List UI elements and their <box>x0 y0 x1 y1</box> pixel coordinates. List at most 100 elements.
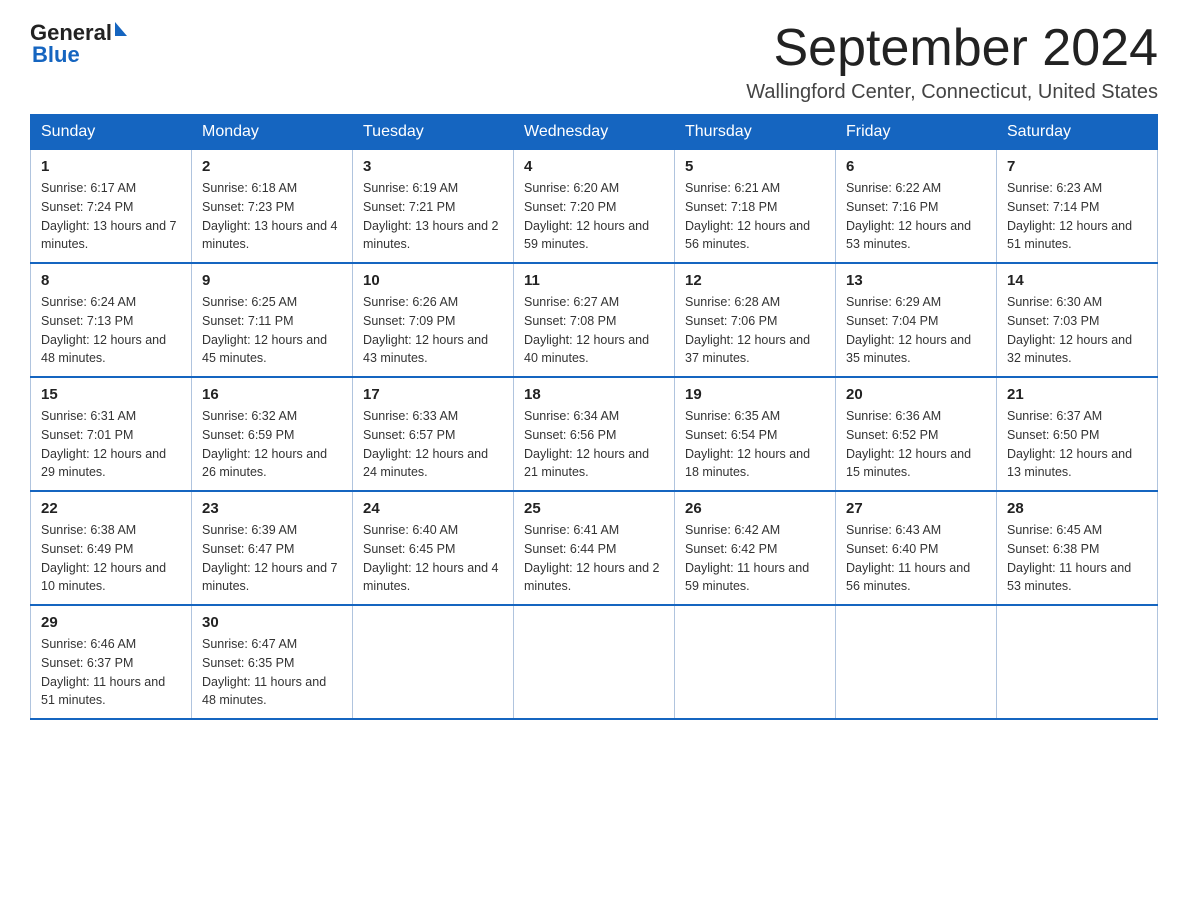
day-number: 17 <box>363 386 503 403</box>
day-info: Sunrise: 6:21 AMSunset: 7:18 PMDaylight:… <box>685 179 825 254</box>
table-row: 11 Sunrise: 6:27 AMSunset: 7:08 PMDaylig… <box>514 263 675 377</box>
table-row <box>675 605 836 719</box>
table-row <box>514 605 675 719</box>
day-info: Sunrise: 6:47 AMSunset: 6:35 PMDaylight:… <box>202 635 342 710</box>
day-number: 25 <box>524 500 664 517</box>
day-info: Sunrise: 6:24 AMSunset: 7:13 PMDaylight:… <box>41 293 181 368</box>
day-info: Sunrise: 6:17 AMSunset: 7:24 PMDaylight:… <box>41 179 181 254</box>
calendar-week-row: 1 Sunrise: 6:17 AMSunset: 7:24 PMDayligh… <box>31 150 1158 264</box>
day-info: Sunrise: 6:43 AMSunset: 6:40 PMDaylight:… <box>846 521 986 596</box>
day-info: Sunrise: 6:29 AMSunset: 7:04 PMDaylight:… <box>846 293 986 368</box>
day-info: Sunrise: 6:35 AMSunset: 6:54 PMDaylight:… <box>685 407 825 482</box>
day-number: 1 <box>41 158 181 175</box>
col-sunday: Sunday <box>31 115 192 150</box>
table-row: 28 Sunrise: 6:45 AMSunset: 6:38 PMDaylig… <box>997 491 1158 605</box>
day-info: Sunrise: 6:37 AMSunset: 6:50 PMDaylight:… <box>1007 407 1147 482</box>
day-info: Sunrise: 6:36 AMSunset: 6:52 PMDaylight:… <box>846 407 986 482</box>
table-row: 8 Sunrise: 6:24 AMSunset: 7:13 PMDayligh… <box>31 263 192 377</box>
table-row: 10 Sunrise: 6:26 AMSunset: 7:09 PMDaylig… <box>353 263 514 377</box>
day-number: 7 <box>1007 158 1147 175</box>
day-number: 24 <box>363 500 503 517</box>
day-number: 18 <box>524 386 664 403</box>
table-row <box>836 605 997 719</box>
table-row: 1 Sunrise: 6:17 AMSunset: 7:24 PMDayligh… <box>31 150 192 264</box>
day-number: 28 <box>1007 500 1147 517</box>
day-number: 15 <box>41 386 181 403</box>
day-number: 3 <box>363 158 503 175</box>
day-number: 22 <box>41 500 181 517</box>
table-row <box>997 605 1158 719</box>
day-info: Sunrise: 6:31 AMSunset: 7:01 PMDaylight:… <box>41 407 181 482</box>
day-number: 21 <box>1007 386 1147 403</box>
day-info: Sunrise: 6:19 AMSunset: 7:21 PMDaylight:… <box>363 179 503 254</box>
day-info: Sunrise: 6:22 AMSunset: 7:16 PMDaylight:… <box>846 179 986 254</box>
day-number: 2 <box>202 158 342 175</box>
day-info: Sunrise: 6:23 AMSunset: 7:14 PMDaylight:… <box>1007 179 1147 254</box>
day-number: 14 <box>1007 272 1147 289</box>
table-row: 23 Sunrise: 6:39 AMSunset: 6:47 PMDaylig… <box>192 491 353 605</box>
table-row: 12 Sunrise: 6:28 AMSunset: 7:06 PMDaylig… <box>675 263 836 377</box>
day-number: 26 <box>685 500 825 517</box>
calendar-week-row: 15 Sunrise: 6:31 AMSunset: 7:01 PMDaylig… <box>31 377 1158 491</box>
col-tuesday: Tuesday <box>353 115 514 150</box>
table-row: 17 Sunrise: 6:33 AMSunset: 6:57 PMDaylig… <box>353 377 514 491</box>
day-info: Sunrise: 6:20 AMSunset: 7:20 PMDaylight:… <box>524 179 664 254</box>
table-row: 16 Sunrise: 6:32 AMSunset: 6:59 PMDaylig… <box>192 377 353 491</box>
day-number: 16 <box>202 386 342 403</box>
table-row: 13 Sunrise: 6:29 AMSunset: 7:04 PMDaylig… <box>836 263 997 377</box>
col-monday: Monday <box>192 115 353 150</box>
day-number: 11 <box>524 272 664 289</box>
table-row: 14 Sunrise: 6:30 AMSunset: 7:03 PMDaylig… <box>997 263 1158 377</box>
col-saturday: Saturday <box>997 115 1158 150</box>
day-info: Sunrise: 6:42 AMSunset: 6:42 PMDaylight:… <box>685 521 825 596</box>
col-friday: Friday <box>836 115 997 150</box>
logo-triangle-icon <box>115 22 127 36</box>
table-row: 15 Sunrise: 6:31 AMSunset: 7:01 PMDaylig… <box>31 377 192 491</box>
day-info: Sunrise: 6:40 AMSunset: 6:45 PMDaylight:… <box>363 521 503 596</box>
logo: General Blue <box>30 20 127 68</box>
day-info: Sunrise: 6:39 AMSunset: 6:47 PMDaylight:… <box>202 521 342 596</box>
table-row: 20 Sunrise: 6:36 AMSunset: 6:52 PMDaylig… <box>836 377 997 491</box>
table-row: 29 Sunrise: 6:46 AMSunset: 6:37 PMDaylig… <box>31 605 192 719</box>
table-row: 25 Sunrise: 6:41 AMSunset: 6:44 PMDaylig… <box>514 491 675 605</box>
month-title: September 2024 <box>746 20 1158 77</box>
table-row: 21 Sunrise: 6:37 AMSunset: 6:50 PMDaylig… <box>997 377 1158 491</box>
day-info: Sunrise: 6:18 AMSunset: 7:23 PMDaylight:… <box>202 179 342 254</box>
table-row: 19 Sunrise: 6:35 AMSunset: 6:54 PMDaylig… <box>675 377 836 491</box>
day-number: 10 <box>363 272 503 289</box>
table-row: 22 Sunrise: 6:38 AMSunset: 6:49 PMDaylig… <box>31 491 192 605</box>
day-number: 23 <box>202 500 342 517</box>
table-row: 9 Sunrise: 6:25 AMSunset: 7:11 PMDayligh… <box>192 263 353 377</box>
table-row: 3 Sunrise: 6:19 AMSunset: 7:21 PMDayligh… <box>353 150 514 264</box>
day-info: Sunrise: 6:25 AMSunset: 7:11 PMDaylight:… <box>202 293 342 368</box>
day-info: Sunrise: 6:33 AMSunset: 6:57 PMDaylight:… <box>363 407 503 482</box>
day-number: 27 <box>846 500 986 517</box>
day-number: 9 <box>202 272 342 289</box>
day-info: Sunrise: 6:26 AMSunset: 7:09 PMDaylight:… <box>363 293 503 368</box>
location-subtitle: Wallingford Center, Connecticut, United … <box>746 81 1158 104</box>
day-number: 30 <box>202 614 342 631</box>
table-row: 7 Sunrise: 6:23 AMSunset: 7:14 PMDayligh… <box>997 150 1158 264</box>
day-info: Sunrise: 6:32 AMSunset: 6:59 PMDaylight:… <box>202 407 342 482</box>
page-header: General Blue September 2024 Wallingford … <box>30 20 1158 104</box>
table-row: 6 Sunrise: 6:22 AMSunset: 7:16 PMDayligh… <box>836 150 997 264</box>
day-number: 13 <box>846 272 986 289</box>
logo-text-blue: Blue <box>32 42 80 68</box>
calendar-week-row: 8 Sunrise: 6:24 AMSunset: 7:13 PMDayligh… <box>31 263 1158 377</box>
day-number: 5 <box>685 158 825 175</box>
table-row: 18 Sunrise: 6:34 AMSunset: 6:56 PMDaylig… <box>514 377 675 491</box>
day-info: Sunrise: 6:45 AMSunset: 6:38 PMDaylight:… <box>1007 521 1147 596</box>
calendar-week-row: 29 Sunrise: 6:46 AMSunset: 6:37 PMDaylig… <box>31 605 1158 719</box>
day-info: Sunrise: 6:28 AMSunset: 7:06 PMDaylight:… <box>685 293 825 368</box>
calendar-week-row: 22 Sunrise: 6:38 AMSunset: 6:49 PMDaylig… <box>31 491 1158 605</box>
day-number: 29 <box>41 614 181 631</box>
table-row: 30 Sunrise: 6:47 AMSunset: 6:35 PMDaylig… <box>192 605 353 719</box>
day-info: Sunrise: 6:30 AMSunset: 7:03 PMDaylight:… <box>1007 293 1147 368</box>
day-number: 6 <box>846 158 986 175</box>
table-row: 4 Sunrise: 6:20 AMSunset: 7:20 PMDayligh… <box>514 150 675 264</box>
col-wednesday: Wednesday <box>514 115 675 150</box>
col-thursday: Thursday <box>675 115 836 150</box>
day-number: 19 <box>685 386 825 403</box>
table-row: 5 Sunrise: 6:21 AMSunset: 7:18 PMDayligh… <box>675 150 836 264</box>
day-number: 12 <box>685 272 825 289</box>
